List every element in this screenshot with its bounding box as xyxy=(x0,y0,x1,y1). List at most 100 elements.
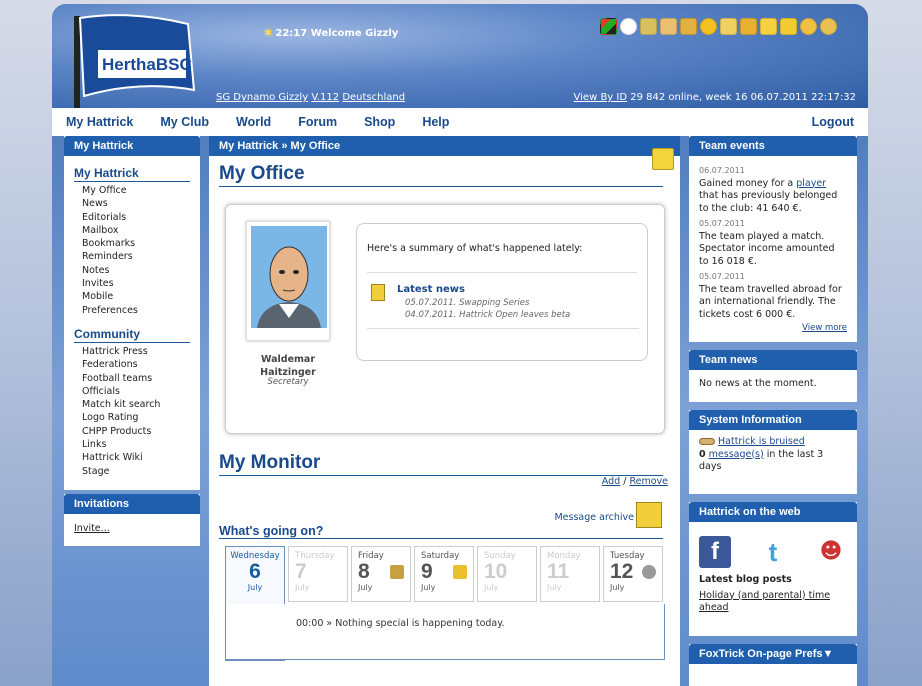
day-card-friday[interactable]: Friday 8 July xyxy=(351,546,411,602)
monitor-title: My Monitor xyxy=(219,452,663,476)
blog-title: Latest blog posts xyxy=(699,574,792,585)
note-icon[interactable] xyxy=(760,18,777,35)
country-link[interactable]: Deutschland xyxy=(342,92,405,103)
star-icon: ✱ xyxy=(264,28,273,39)
day-month: July xyxy=(484,583,499,592)
hattrick-web-box: Hattrick on the web f t ☻ Latest blog po… xyxy=(689,502,857,636)
summary-divider-top xyxy=(367,272,637,273)
menu-item-editorials[interactable]: Editorials xyxy=(82,212,126,223)
left-menu-title: My Hattrick xyxy=(64,136,200,156)
view-more-link[interactable]: View more xyxy=(699,322,847,335)
menu-item-hattrick-wiki[interactable]: Hattrick Wiki xyxy=(82,452,143,463)
news-icon xyxy=(371,284,385,301)
day-card-monday[interactable]: Monday 11 July xyxy=(540,546,600,602)
view-by-id-link[interactable]: View By ID xyxy=(574,92,628,103)
nav-my-hattrick[interactable]: My Hattrick xyxy=(66,115,133,129)
nav-my-club[interactable]: My Club xyxy=(160,115,209,129)
menu-item-federations[interactable]: Federations xyxy=(82,359,138,370)
system-info-box: System Information Hattrick is bruised 0… xyxy=(689,410,857,494)
medal-icon[interactable] xyxy=(800,18,817,35)
secretary-portrait[interactable] xyxy=(246,221,330,341)
flag-icon[interactable] xyxy=(600,18,617,35)
remove-link[interactable]: Remove xyxy=(629,476,668,487)
menu-item-my-office[interactable]: My Office xyxy=(82,185,127,196)
add-link[interactable]: Add xyxy=(602,476,620,487)
version-link[interactable]: V.112 xyxy=(311,92,339,103)
whats-going-on-title: What's going on? xyxy=(219,524,663,539)
player-link[interactable]: player xyxy=(796,178,826,189)
breadcrumb-my-hattrick[interactable]: My Hattrick xyxy=(219,140,278,152)
menu-item-match-kit-search[interactable]: Match kit search xyxy=(82,399,160,410)
invite-link[interactable]: Invite... xyxy=(74,523,190,534)
nav-shop[interactable]: Shop xyxy=(364,115,395,129)
day-month: July xyxy=(547,583,562,592)
newspaper-icon[interactable] xyxy=(720,18,737,35)
ball-icon[interactable] xyxy=(700,18,717,35)
section-community-link[interactable]: Community xyxy=(74,327,140,341)
invitations-title: Invitations xyxy=(64,494,200,514)
nav-forum[interactable]: Forum xyxy=(298,115,337,129)
menu-item-football-teams[interactable]: Football teams xyxy=(82,373,152,384)
blog-post-link[interactable]: Holiday (and parental) time ahead xyxy=(699,590,847,615)
menu-item-stage[interactable]: Stage xyxy=(82,466,109,477)
menu-item-news[interactable]: News xyxy=(82,198,108,209)
page-frame: HerthaBSC ✱ 22:17 Welcome Gizzly SG Dynam… xyxy=(52,4,868,686)
left-menu: My Hattrick My Hattrick My Office News E… xyxy=(64,136,200,490)
training-icon xyxy=(390,565,404,579)
team-name-link[interactable]: SG Dynamo Gizzly xyxy=(216,92,308,103)
team-events-content: 06.07.2011 Gained money for a player tha… xyxy=(689,156,857,341)
menu-item-invites[interactable]: Invites xyxy=(82,278,114,289)
day-card-thursday[interactable]: Thursday 7 July xyxy=(288,546,348,602)
blog-mascot-icon[interactable]: ☻ xyxy=(815,536,847,568)
schedule-panel: 00:00 » Nothing special is happening tod… xyxy=(225,604,665,660)
news-item[interactable]: 04.07.2011. Hattrick Open leaves beta xyxy=(405,310,570,320)
menu-item-mobile[interactable]: Mobile xyxy=(82,291,113,302)
sync-icon[interactable] xyxy=(740,18,757,35)
secretary-avatar xyxy=(251,226,327,328)
day-card-saturday[interactable]: Saturday 9 July xyxy=(414,546,474,602)
twitter-icon[interactable]: t xyxy=(757,536,789,568)
section-my-hattrick-link[interactable]: My Hattrick xyxy=(74,166,139,180)
menu-item-reminders[interactable]: Reminders xyxy=(82,251,133,262)
trainer-icon[interactable] xyxy=(660,18,677,35)
whistle-icon[interactable] xyxy=(680,18,697,35)
notepad-icon[interactable] xyxy=(652,148,674,170)
foxtrick-prefs-title[interactable]: FoxTrick On-page Prefs▼ xyxy=(689,644,857,664)
nav-help[interactable]: Help xyxy=(422,115,449,129)
logout-link[interactable]: Logout xyxy=(812,115,854,129)
day-card-tuesday[interactable]: Tuesday 12 July xyxy=(603,546,663,602)
menu-item-bookmarks[interactable]: Bookmarks xyxy=(82,238,135,249)
menu-item-mailbox[interactable]: Mailbox xyxy=(82,225,118,236)
top-navigation: My Hattrick My Club World Forum Shop Hel… xyxy=(52,108,868,136)
summary-text: Here's a summary of what's happened late… xyxy=(367,243,583,254)
summary-bubble: Here's a summary of what's happened late… xyxy=(356,223,648,361)
summary-divider-bottom xyxy=(367,328,639,329)
menu-item-officials[interactable]: Officials xyxy=(82,386,120,397)
day-card-sunday[interactable]: Sunday 10 July xyxy=(477,546,537,602)
doc-icon[interactable] xyxy=(780,18,797,35)
message-archive-link[interactable]: Message archive xyxy=(554,512,634,523)
menu-item-notes[interactable]: Notes xyxy=(82,265,109,276)
breadcrumb-separator: » xyxy=(281,140,288,152)
news-item[interactable]: 05.07.2011. Swapping Series xyxy=(405,298,529,308)
hattrick-web-content: f t ☻ Latest blog posts Holiday (and par… xyxy=(689,522,857,621)
search-icon[interactable] xyxy=(820,18,837,35)
day-month: July xyxy=(610,583,625,592)
menu-item-logo-rating[interactable]: Logo Rating xyxy=(82,412,138,423)
club-logo[interactable]: HerthaBSC xyxy=(70,10,198,110)
menu-item-preferences[interactable]: Preferences xyxy=(82,305,138,316)
clock-icon[interactable] xyxy=(620,18,637,35)
nav-world[interactable]: World xyxy=(236,115,271,129)
menu-item-links[interactable]: Links xyxy=(82,439,106,450)
team-news-title: Team news xyxy=(689,350,857,370)
latest-news-link[interactable]: Latest news xyxy=(397,284,465,295)
cup-icon[interactable] xyxy=(640,18,657,35)
section-community: Community xyxy=(74,327,190,343)
match-icon xyxy=(453,565,467,579)
menu-item-chpp-products[interactable]: CHPP Products xyxy=(82,426,151,437)
messages-link[interactable]: message(s) xyxy=(709,449,764,460)
system-status-link[interactable]: Hattrick is bruised xyxy=(718,436,805,447)
event-date: 06.07.2011 xyxy=(699,166,745,175)
facebook-icon[interactable]: f xyxy=(699,536,731,568)
menu-item-hattrick-press[interactable]: Hattrick Press xyxy=(82,346,148,357)
